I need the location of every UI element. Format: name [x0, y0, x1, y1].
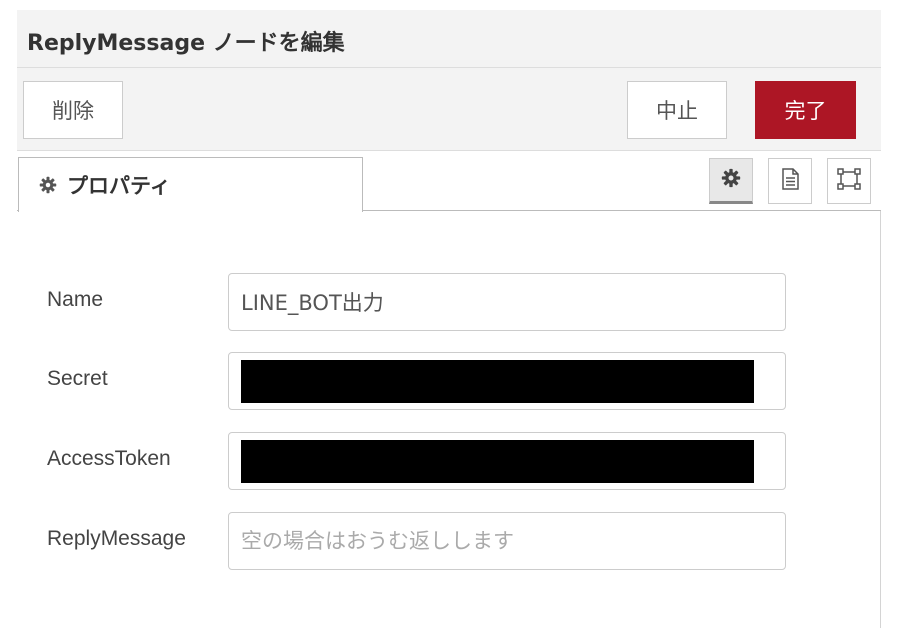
secret-label: Secret	[47, 367, 108, 390]
redacted-access-token	[241, 440, 754, 483]
dialog-header: ReplyMessage ノードを編集	[17, 10, 881, 68]
settings-tab-button[interactable]	[709, 158, 753, 204]
cancel-button[interactable]: 中止	[627, 81, 727, 139]
redacted-secret	[241, 360, 754, 403]
description-tab-button[interactable]	[768, 158, 812, 204]
document-icon	[780, 168, 800, 194]
delete-button[interactable]: 削除	[23, 81, 123, 139]
gear-icon	[721, 168, 741, 192]
tab-properties[interactable]: プロパティ	[18, 157, 363, 212]
done-button[interactable]: 完了	[755, 81, 856, 139]
reply-message-input[interactable]	[228, 512, 786, 570]
tab-properties-label: プロパティ	[67, 174, 171, 198]
edit-node-dialog: ReplyMessage ノードを編集 削除 中止 完了 プロパティ Name …	[17, 10, 881, 628]
frame-icon	[837, 168, 861, 194]
name-input[interactable]	[228, 273, 786, 331]
secret-row: Secret	[17, 352, 881, 410]
name-row: Name	[17, 273, 881, 331]
gear-icon	[39, 176, 57, 194]
reply-message-row: ReplyMessage	[17, 512, 881, 570]
access-token-row: AccessToken	[17, 432, 881, 490]
appearance-tab-button[interactable]	[827, 158, 871, 204]
tab-strip: プロパティ	[17, 151, 881, 212]
dialog-title: ReplyMessage ノードを編集	[27, 31, 345, 56]
reply-message-label: ReplyMessage	[47, 527, 186, 550]
dialog-toolbar: 削除 中止 完了	[17, 68, 881, 151]
name-label: Name	[47, 288, 104, 311]
access-token-label: AccessToken	[47, 447, 171, 470]
